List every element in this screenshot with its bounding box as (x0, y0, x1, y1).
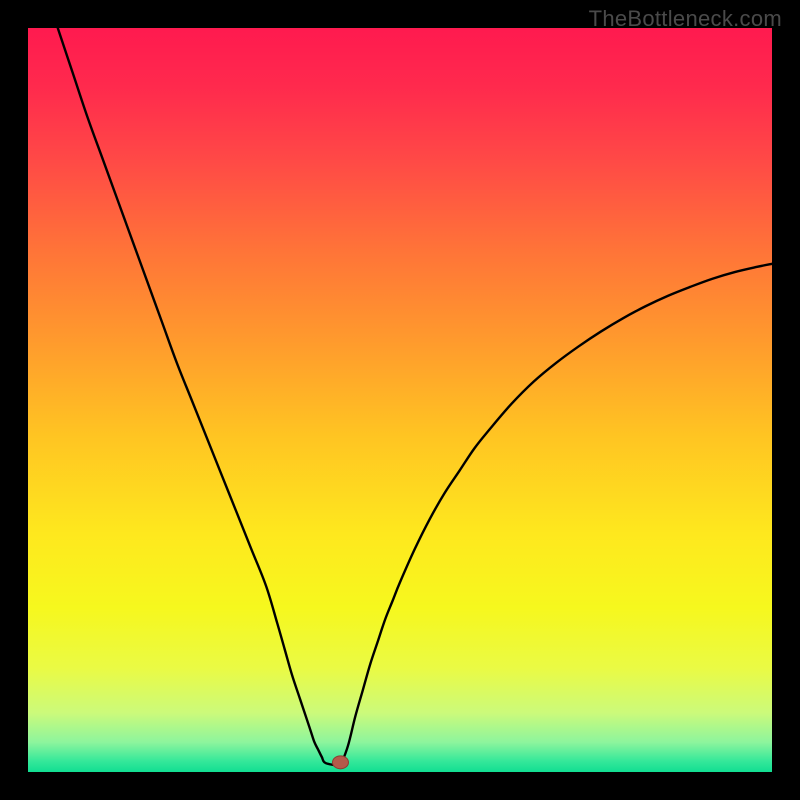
chart-container: TheBottleneck.com (0, 0, 800, 800)
bottleneck-chart (0, 0, 800, 800)
marker-dot (332, 756, 348, 769)
plot-area (28, 28, 772, 772)
